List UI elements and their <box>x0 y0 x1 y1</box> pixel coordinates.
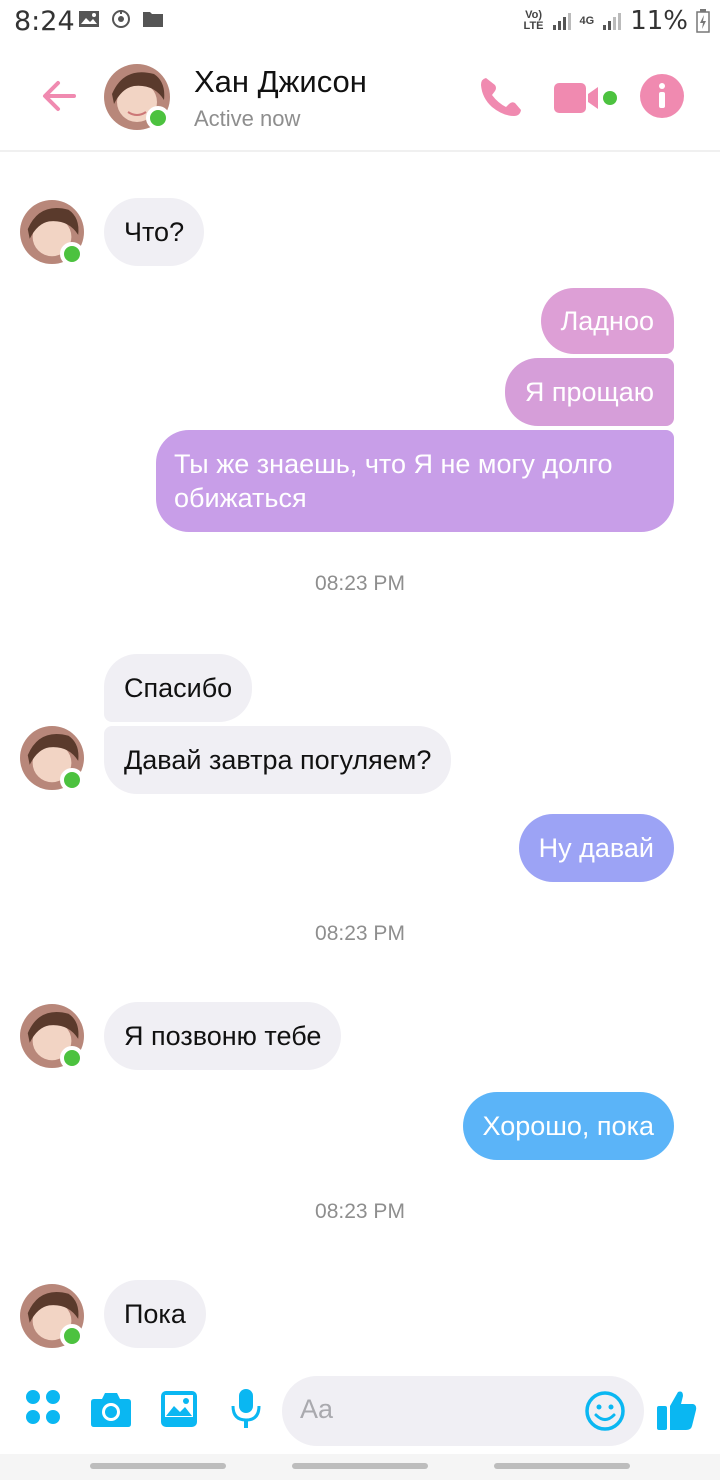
phone-icon[interactable] <box>476 74 524 120</box>
status-bar: 8:24 Vo) LTE 4G 11% <box>0 0 720 44</box>
message-bubble-outgoing[interactable]: Ну давай <box>518 814 674 882</box>
message-bubble-incoming[interactable]: Я позвоню тебе <box>104 1002 342 1070</box>
message-bubble-incoming[interactable]: Давай завтра погуляем? <box>104 726 452 794</box>
message-bubble-outgoing[interactable]: Я прощаю <box>504 358 674 426</box>
online-indicator <box>60 768 84 792</box>
nav-recents-button[interactable] <box>90 1463 226 1469</box>
battery-percent: 11% <box>630 6 688 36</box>
camera-icon[interactable] <box>90 1390 132 1428</box>
sync-notification-icon <box>112 10 130 28</box>
message-bubble-incoming[interactable]: Что? <box>104 198 205 266</box>
message-bubble-incoming[interactable]: Пока <box>104 1280 206 1348</box>
menu-grid-icon[interactable] <box>24 1388 62 1426</box>
folder-notification-icon <box>143 12 163 27</box>
status-notification-icons <box>78 9 164 29</box>
message-input-placeholder: Aa <box>300 1394 334 1424</box>
back-arrow-icon[interactable] <box>38 74 82 118</box>
presence-status: Active now <box>194 106 301 131</box>
message-bubble-incoming[interactable]: Спасибо <box>104 654 253 722</box>
message-bubble-outgoing[interactable]: Хорошо, пока <box>462 1092 674 1160</box>
microphone-icon[interactable] <box>230 1388 262 1430</box>
image-notification-icon <box>79 11 99 27</box>
message-bubble-outgoing[interactable]: Ладноо <box>540 288 674 354</box>
emoji-icon[interactable] <box>584 1390 626 1432</box>
message-composer: Aa <box>0 1370 720 1454</box>
volte-indicator: Vo) LTE <box>523 9 544 32</box>
message-timestamp: 08:23 PM <box>315 572 405 595</box>
message-input[interactable]: Aa <box>282 1376 644 1446</box>
conversation-header: Хан Джисон Active now <box>0 44 720 152</box>
gallery-icon[interactable] <box>160 1390 198 1428</box>
thumbs-up-icon[interactable] <box>656 1388 698 1432</box>
message-bubble-outgoing[interactable]: Ты же знаешь, что Я не могу долго обижат… <box>156 430 674 532</box>
nav-home-button[interactable] <box>292 1463 428 1469</box>
signal-icon <box>552 13 571 30</box>
online-indicator <box>60 1046 84 1070</box>
message-timestamp: 08:23 PM <box>315 1200 405 1223</box>
nav-back-button[interactable] <box>494 1463 630 1469</box>
system-nav-bar <box>0 1454 720 1480</box>
info-icon[interactable] <box>640 74 684 118</box>
network-4g-indicator: 4G <box>579 14 595 27</box>
message-timestamp: 08:23 PM <box>315 922 405 945</box>
status-system-icons: Vo) LTE 4G 11% <box>524 6 710 36</box>
info-glyph <box>659 83 665 108</box>
contact-name[interactable]: Хан Джисон <box>194 64 367 100</box>
online-indicator <box>146 106 170 130</box>
signal-icon-2 <box>603 13 622 30</box>
online-indicator <box>60 1324 84 1348</box>
status-time: 8:24 <box>14 6 75 37</box>
video-camera-icon[interactable] <box>552 80 618 116</box>
battery-charging-icon <box>696 9 710 33</box>
online-indicator <box>60 242 84 266</box>
